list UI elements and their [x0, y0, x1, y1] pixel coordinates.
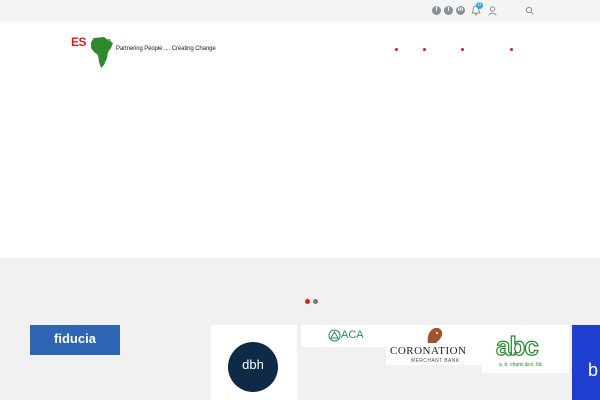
linkedin-icon[interactable]: in	[456, 6, 465, 15]
logo-tagline: Partnering People .... Creating Change	[116, 46, 216, 52]
partner-logo-abc[interactable]: abc a. b. chami &co. ltd.	[482, 325, 569, 373]
partner-logo-dbh[interactable]: dbh	[211, 325, 297, 400]
aca-text: ACA	[341, 329, 364, 341]
hero-slider	[0, 78, 600, 258]
logo-es-text: ES	[71, 35, 87, 49]
lion-emblem-icon	[427, 327, 443, 343]
user-icon[interactable]	[488, 6, 497, 16]
abc-text: abc	[495, 330, 539, 361]
carousel-dot[interactable]	[313, 299, 318, 304]
facebook-icon[interactable]: f	[432, 6, 441, 15]
logo-africa-text: Africa	[91, 38, 111, 45]
nav-item-3[interactable]	[461, 48, 464, 51]
carousel-dot-active[interactable]	[305, 299, 310, 304]
site-logo[interactable]: ES Africa Partnering People .... Creatin…	[70, 33, 216, 69]
partner-logo-coronation[interactable]: CORONATION MERCHANT BANK	[386, 325, 482, 365]
nav-item-2[interactable]	[423, 48, 426, 51]
nav-item-1[interactable]	[395, 48, 398, 51]
coronation-subtext: MERCHANT BANK	[411, 358, 460, 364]
page: f t in 0 ES Africa Partnering People ...…	[0, 0, 600, 400]
twitter-icon[interactable]: t	[444, 6, 453, 15]
aca-emblem-icon	[328, 329, 341, 342]
top-utility-bar: f t in 0	[0, 0, 600, 22]
notification-badge: 0	[476, 2, 483, 9]
abc-subtext: a. b. chami &co. ltd.	[499, 362, 543, 368]
search-icon[interactable]	[525, 6, 534, 15]
nav-item-4[interactable]	[510, 48, 513, 51]
partner-logo-partial[interactable]: b	[572, 325, 600, 400]
partner-logo-aca[interactable]: ACA	[301, 325, 386, 347]
dbh-logo-mark: dbh	[228, 342, 278, 392]
partner-logo-fiducia[interactable]: fiducia	[30, 325, 120, 355]
coronation-text: CORONATION	[390, 345, 467, 357]
